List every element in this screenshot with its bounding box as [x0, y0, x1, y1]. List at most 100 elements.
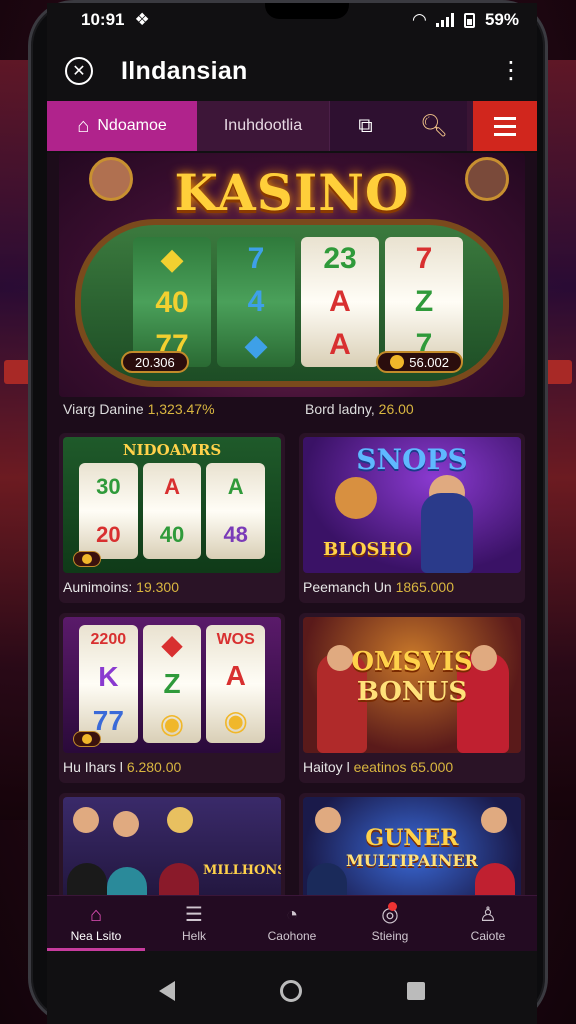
person-image [421, 493, 473, 573]
slot-machine-image: ◆ 40 77 7 4 ◆ 23 A A 7Z7 20.306 56.002 [75, 219, 509, 387]
reel: 23 A A [301, 237, 379, 367]
user-icon: ♙ [479, 904, 497, 926]
list-icon: ☰ [185, 904, 203, 926]
jackpot-badge [73, 731, 101, 747]
share-icon: ⧉ [358, 114, 373, 137]
nav-item-home[interactable]: ⌂ Nea Lsito [47, 896, 145, 951]
game-thumbnail: GUNER MULTIPAINER [303, 797, 521, 895]
back-icon[interactable] [159, 981, 176, 1001]
app-bar: ✕ Ilndansian ⋮ [47, 43, 537, 99]
game-label: Viarg Danine 1,323.47% [63, 401, 215, 417]
signal-icon [435, 13, 454, 27]
tab-second-label: Inuhdootlia [223, 117, 303, 134]
avatar [73, 807, 99, 833]
game-card[interactable]: MILLHONS [59, 793, 285, 895]
game-thumbnail: SNOPS BLOSHO [303, 437, 521, 573]
game-thumbnail-subtitle: MULTIPAINER [346, 851, 478, 870]
game-amount: 26.00 [378, 401, 414, 417]
game-thumbnail: OMSVIS BONUS [303, 617, 521, 753]
game-name: Peemanch Un [303, 579, 392, 595]
game-label: Bord ladny, 26.00 [305, 401, 414, 417]
home-button-icon[interactable] [279, 980, 302, 1002]
game-thumbnail-title: GUNER [365, 825, 459, 851]
game-thumbnail: MILLHONS [63, 797, 281, 895]
game-card[interactable]: OMSVIS BONUS Haitoy l eeatinos 65.000 [299, 613, 525, 783]
avatar [89, 157, 133, 201]
jackpot-badge: 56.002 [376, 351, 463, 373]
reel: 2200 K 77 [79, 625, 138, 743]
hamburger-icon [494, 116, 516, 136]
top-tabs: ⌂ Ndoamoe Inuhdootlia ⧉ 🔍︎ [47, 101, 537, 151]
hero-banner[interactable]: KASINO ◆ 40 77 7 4 ◆ 23 A A 7Z7 20.306 56.002 [59, 153, 525, 397]
nav-item-list[interactable]: ☰ Helk [145, 896, 243, 951]
bottom-nav: ⌂ Nea Lsito ☰ Helk ◔ Caohone ◎ Stieing ♙… [47, 895, 537, 951]
game-card[interactable]: GUNER MULTIPAINER [299, 793, 525, 895]
game-amount: eeatinos 65.000 [353, 759, 454, 775]
phone-screen: 10:91 ❖ ◠ 59% ✕ Ilndansian ⋮ ⌂ Ndoamoe I… [47, 3, 537, 1024]
reel: WOS A ◉ [206, 625, 266, 743]
reel: 7 4 ◆ [217, 237, 295, 367]
game-amount: 6.280.00 [126, 759, 182, 775]
gauge-icon: ◔ [285, 904, 299, 926]
more-vert-icon[interactable]: ⋮ [499, 59, 523, 83]
logo-icon[interactable]: ✕ [65, 57, 93, 85]
game-card[interactable]: NIDOAMRS 30 20 A 40 A 48 Aunimoins: 19.300 [59, 433, 285, 603]
game-thumbnail: 2200 K 77 ◆ Z ◉ WOS A ◉ [63, 617, 281, 753]
home-icon: ⌂ [89, 904, 103, 926]
game-amount: 19.300 [136, 579, 179, 595]
nav-label: Helk [181, 929, 206, 943]
game-amount: 1,323.47% [147, 401, 215, 417]
home-icon: ⌂ [77, 114, 90, 137]
game-list: KASINO ◆ 40 77 7 4 ◆ 23 A A 7Z7 20.306 56.002 [47, 153, 537, 895]
avatar [465, 157, 509, 201]
person-image [107, 867, 147, 895]
game-name: Hu Ihars l [63, 759, 123, 775]
tab-home[interactable]: ⌂ Ndoamoe [47, 101, 197, 151]
game-card[interactable]: SNOPS BLOSHO Peemanch Un 1865.000 [299, 433, 525, 603]
battery-icon [463, 12, 475, 28]
notification-dot [388, 902, 397, 911]
person-image [67, 863, 107, 895]
nav-item-gauge[interactable]: ◔ Caohone [243, 896, 341, 951]
jackpot-badge [73, 551, 101, 567]
phone-frame: 10:91 ❖ ◠ 59% ✕ Ilndansian ⋮ ⌂ Ndoamoe I… [28, 0, 548, 1024]
person-image [159, 863, 199, 895]
notification-icon: ❖ [134, 10, 150, 29]
game-thumbnail-subtitle: BONUS [356, 677, 468, 707]
nav-label: Nea Lsito [70, 929, 122, 943]
system-nav-bar [47, 955, 537, 1024]
jackpot-badge: 20.306 [121, 351, 189, 373]
camera-notch [265, 3, 349, 19]
search-button[interactable]: 🔍︎ [401, 101, 467, 151]
game-name: Haitoy l [303, 759, 350, 775]
game-label: Aunimoins: 19.300 [63, 579, 179, 595]
game-name: Bord ladny, [305, 401, 375, 417]
battery-level: 59% [484, 10, 519, 29]
avatar [113, 811, 139, 837]
tab-home-label: Ndoamoe [97, 117, 167, 134]
avatar [167, 807, 193, 833]
coin-icon [390, 355, 405, 369]
game-thumbnail-title: MILLHONS [203, 863, 281, 878]
mascot-image [335, 477, 377, 519]
reel: ◆ Z ◉ [142, 625, 202, 743]
reel: 30 20 [79, 463, 138, 559]
nav-item-user[interactable]: ♙ Caiote [439, 896, 537, 951]
status-time: 10:91 [81, 10, 125, 29]
game-amount: 1865.000 [395, 579, 455, 595]
nav-item-bell[interactable]: ◎ Stieing [341, 896, 439, 951]
game-name: Aunimoins: [63, 579, 133, 595]
game-card[interactable]: 2200 K 77 ◆ Z ◉ WOS A ◉ Hu Ihars l 6.280.00 [59, 613, 285, 783]
search-icon: 🔍︎ [420, 113, 448, 138]
game-label: Hu Ihars l 6.280.00 [63, 759, 181, 775]
share-button[interactable]: ⧉ [329, 101, 401, 151]
game-label: Haitoy l eeatinos 65.000 [303, 759, 453, 775]
tab-second[interactable]: Inuhdootlia [197, 101, 329, 151]
menu-button[interactable] [473, 101, 537, 151]
nav-label: Caohone [267, 929, 317, 943]
game-thumbnail-subtitle: BLOSHO [323, 539, 413, 560]
reel: 7Z7 [385, 237, 463, 367]
nav-label: Stieing [371, 929, 409, 943]
recents-icon[interactable] [406, 982, 425, 1000]
app-title: Ilndansian [121, 56, 248, 85]
